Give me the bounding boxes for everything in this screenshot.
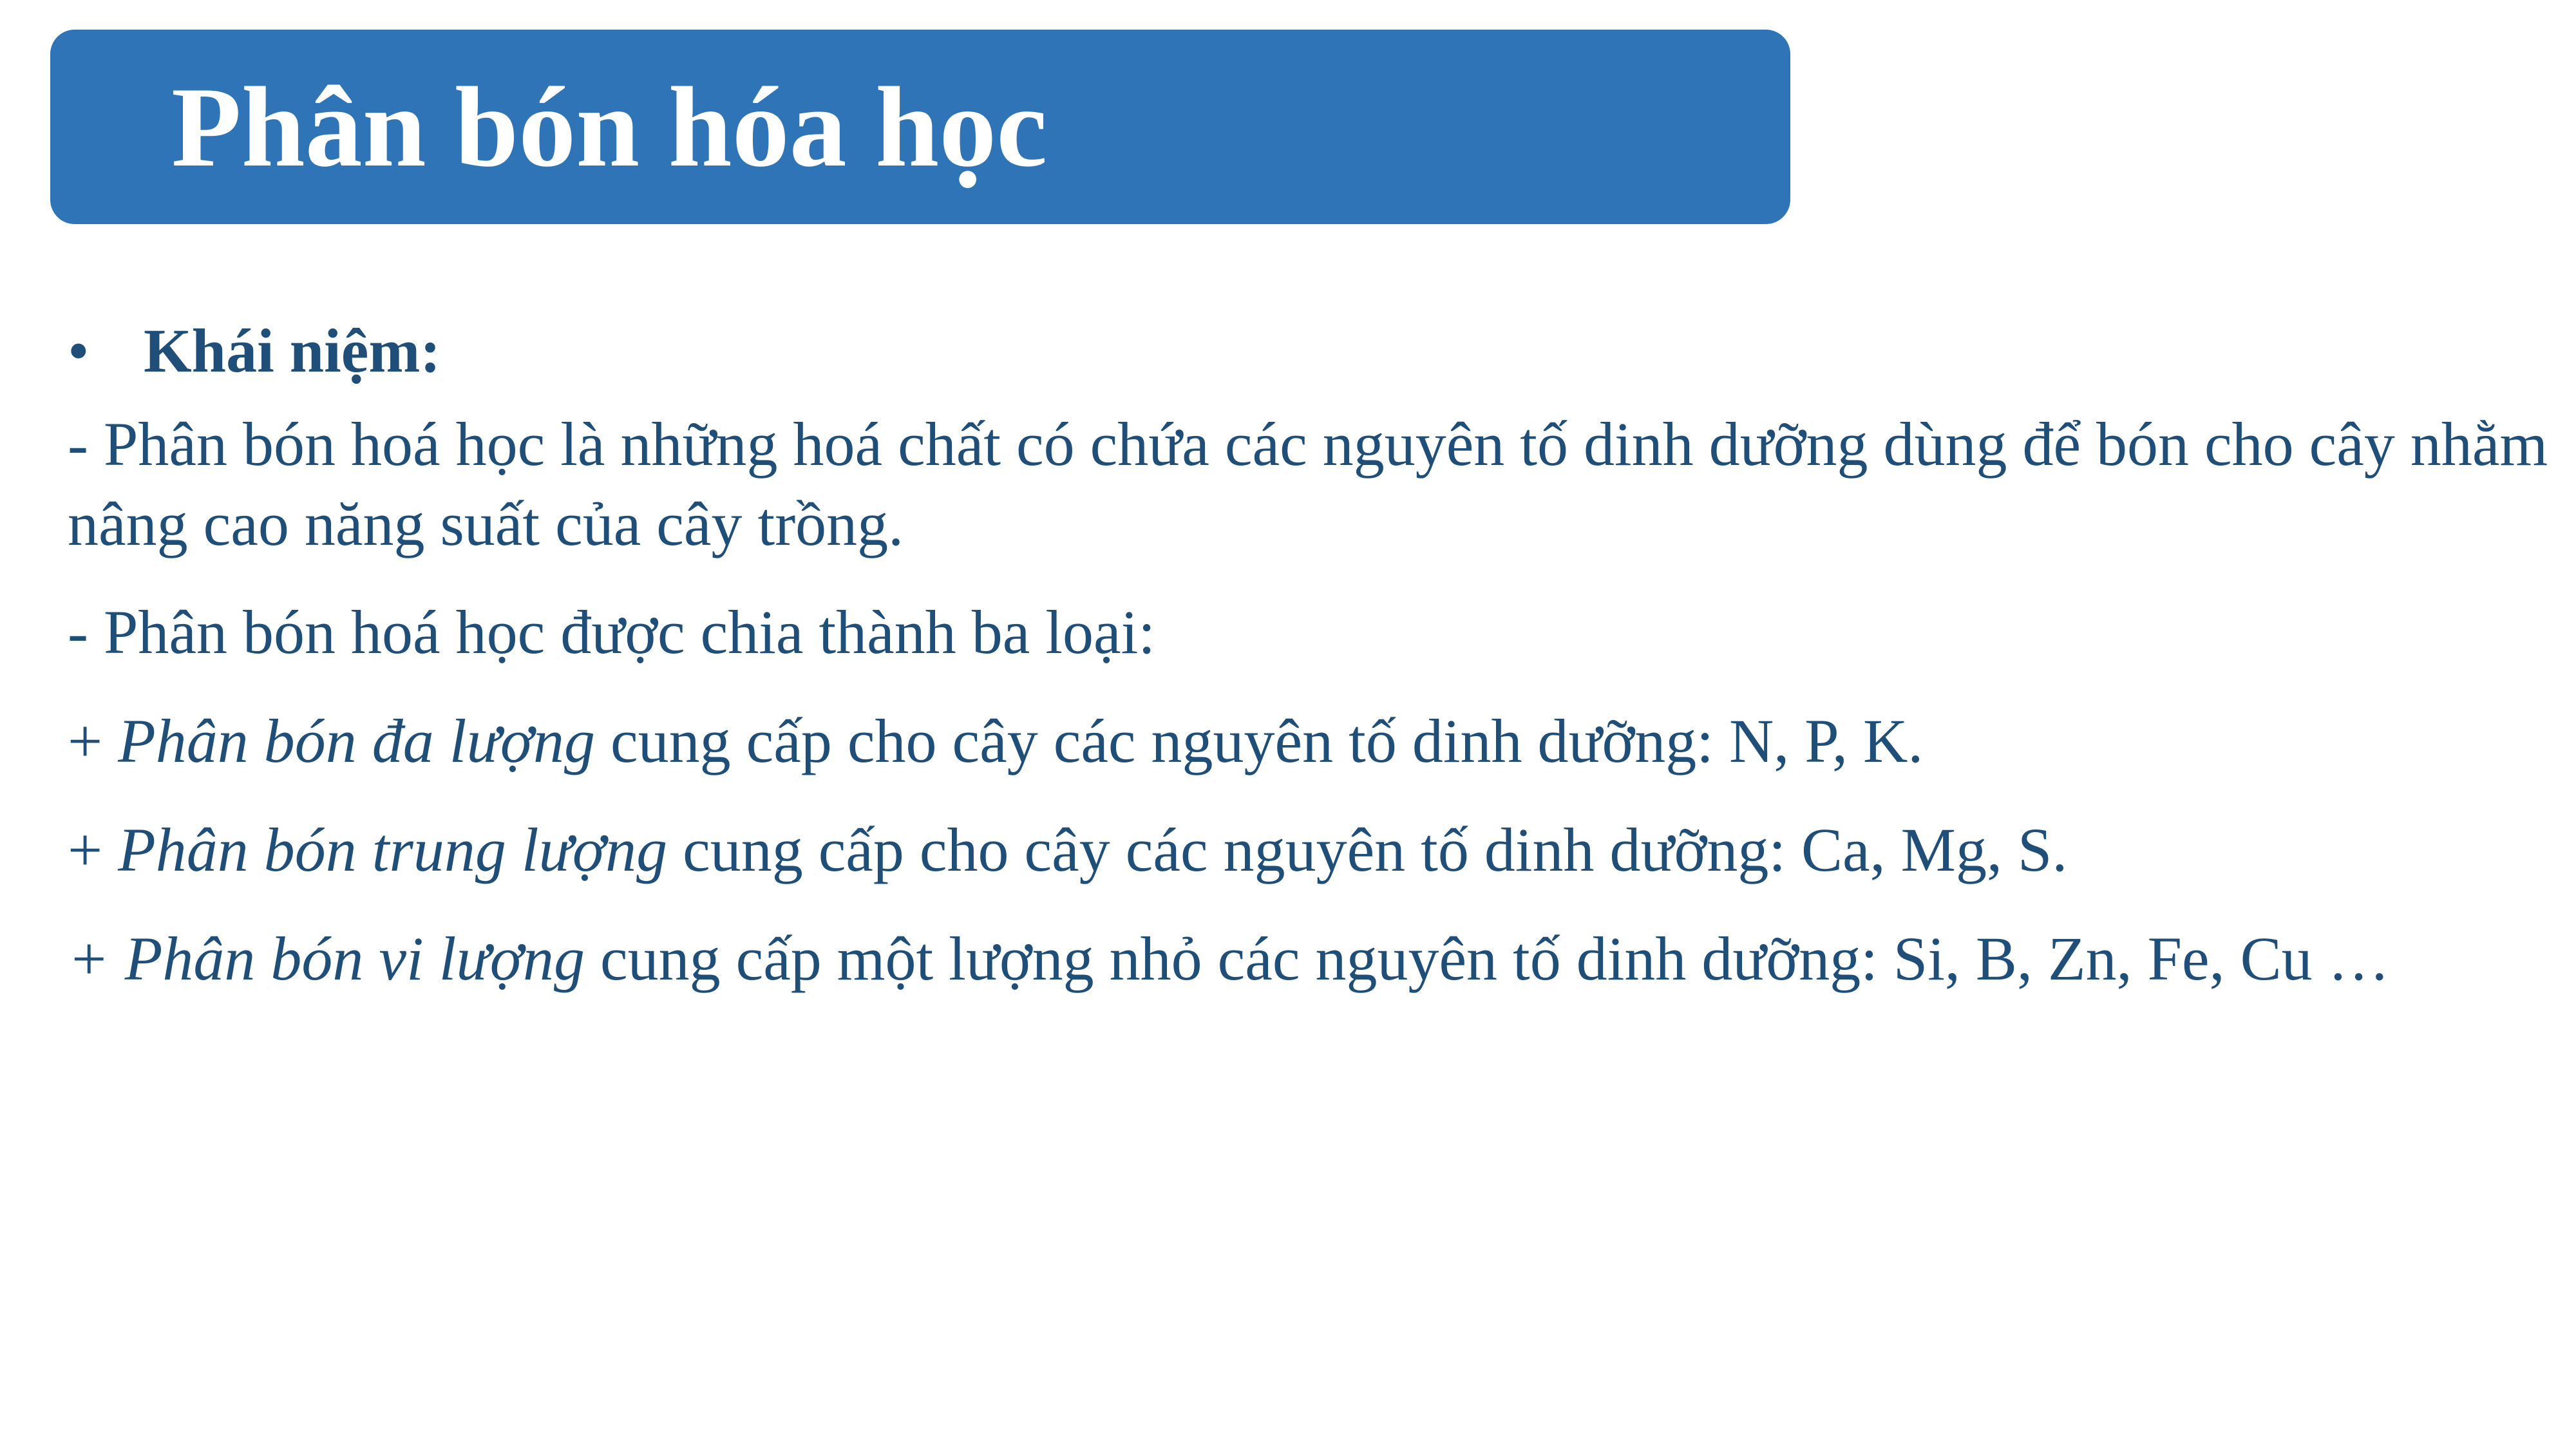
item-term: + Phân bón vi lượng <box>68 924 585 993</box>
concept-heading: • Khái niệm: <box>68 303 2553 399</box>
title-banner: Phân bón hóa học <box>50 30 1790 224</box>
secondary-nutrient-item: + Phân bón trung lượng cung cấp cho cây … <box>68 810 2553 890</box>
definition-paragraph: - Phân bón hoá học là những hoá chất có … <box>68 410 2548 558</box>
item-description: cung cấp một lượng nhỏ các nguyên tố din… <box>584 924 2390 993</box>
slide: Phân bón hóa học • Khái niệm: - Phân bón… <box>0 0 2576 1449</box>
item-prefix: + <box>68 815 118 884</box>
concept-label: Khái niệm: <box>144 316 441 385</box>
item-term: Phân bón đa lượng <box>118 706 596 775</box>
item-prefix: + <box>68 706 118 775</box>
micro-nutrient-item: + Phân bón vi lượng cung cấp một lượng n… <box>68 919 2553 999</box>
macro-nutrient-item: + Phân bón đa lượng cung cấp cho cây các… <box>68 701 2553 781</box>
classification-paragraph: - Phân bón hoá học được chia thành ba lo… <box>68 598 1155 667</box>
slide-content: • Khái niệm: - Phân bón hoá học là những… <box>68 303 2553 999</box>
bullet-icon: • <box>68 316 90 385</box>
item-description: cung cấp cho cây các nguyên tố dinh dưỡn… <box>595 706 1924 775</box>
slide-title: Phân bón hóa học <box>171 63 1048 191</box>
item-description: cung cấp cho cây các nguyên tố dinh dưỡn… <box>667 815 2068 884</box>
item-term: Phân bón trung lượng <box>118 815 668 884</box>
